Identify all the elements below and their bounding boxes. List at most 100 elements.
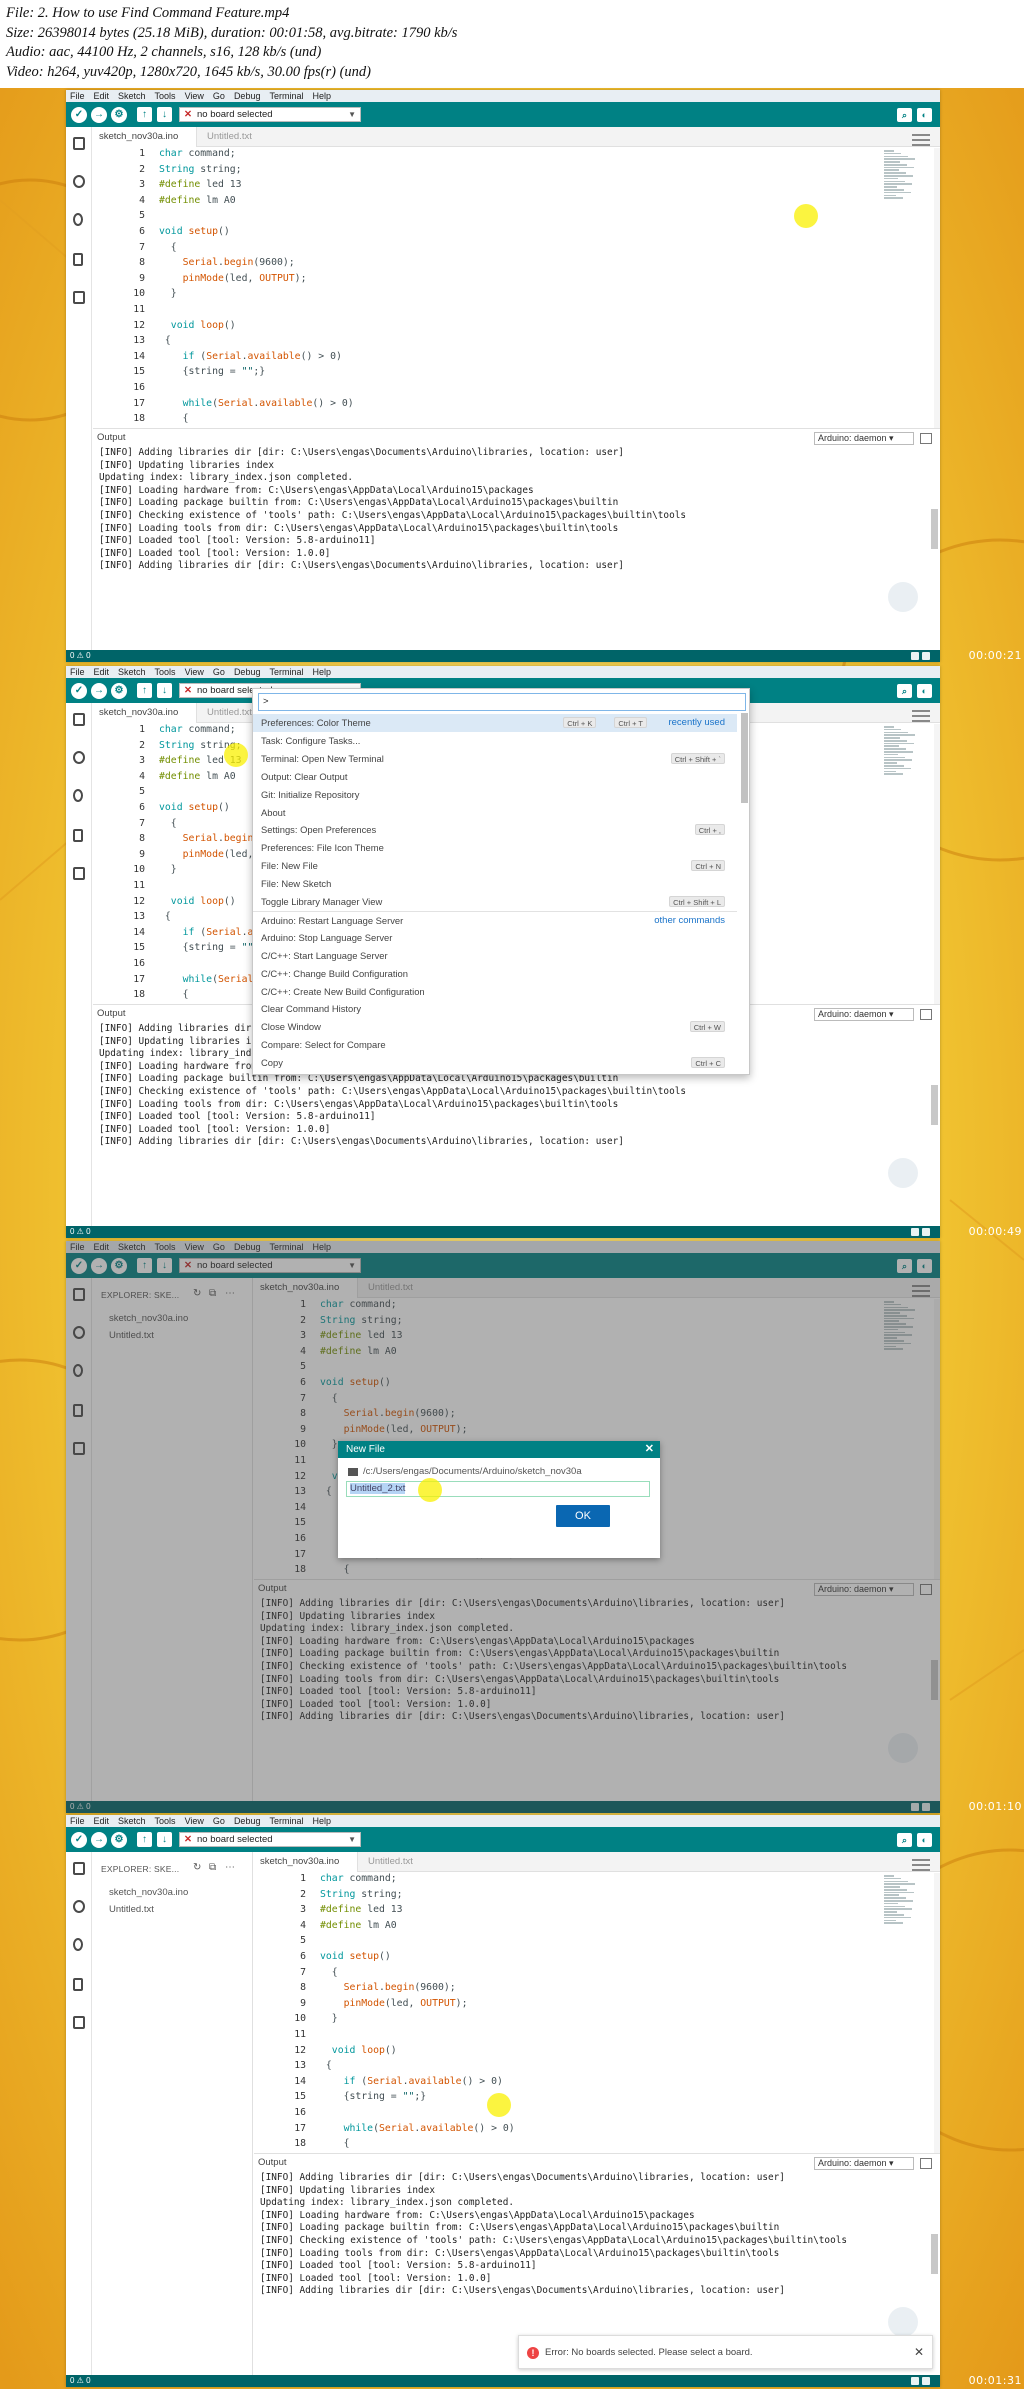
serial-plotter-icon[interactable]: ⌕ [897, 684, 912, 698]
save-button[interactable]: ↓ [157, 683, 172, 698]
editor-scrollbar[interactable] [934, 1873, 940, 2153]
output-channel-selector[interactable]: Arduino: daemon ▾ [814, 432, 914, 445]
open-button[interactable]: ↑ [137, 683, 152, 698]
bell-icon[interactable] [911, 652, 919, 660]
menu-icon[interactable] [912, 710, 930, 722]
tab-sketch[interactable]: sketch_nov30a.ino [93, 127, 197, 147]
command-item[interactable]: C/C++: Start Language Server [253, 947, 737, 965]
search-icon[interactable] [73, 175, 85, 188]
problems-count[interactable]: 0 ⚠ 0 [70, 2376, 91, 2385]
board-selector[interactable]: ✕ no board selected ▼ [179, 107, 361, 122]
command-item[interactable]: Terminal: Open New Terminal Ctrl + Shift … [253, 750, 737, 768]
source-control-icon[interactable] [73, 789, 83, 802]
command-item[interactable]: About [253, 804, 737, 822]
tab-untitled[interactable]: Untitled.txt [201, 127, 271, 147]
serial-plotter-icon[interactable]: ⌕ [897, 1833, 912, 1847]
clear-output-icon[interactable] [920, 433, 932, 444]
command-item[interactable]: C/C++: Create New Build Configuration [253, 983, 737, 1001]
collapse-icon[interactable]: ⧉ [209, 1862, 216, 1873]
upload-button[interactable]: → [91, 1832, 107, 1848]
menu-item[interactable]: Tools [155, 91, 176, 101]
menu-item[interactable]: Debug [234, 91, 261, 101]
source-control-icon[interactable] [73, 1938, 83, 1951]
menu-item[interactable]: Help [312, 91, 331, 101]
command-item[interactable]: Close Window Ctrl + W [253, 1018, 737, 1036]
library-manager-icon[interactable] [73, 867, 85, 880]
command-item[interactable]: Task: Configure Tasks... [253, 732, 737, 750]
tab-untitled[interactable]: Untitled.txt [362, 1852, 432, 1872]
verify-button[interactable]: ✓ [71, 107, 87, 123]
search-icon[interactable] [73, 751, 85, 764]
problems-count[interactable]: 0 ⚠ 0 [70, 651, 91, 660]
menu-item[interactable]: Edit [94, 91, 110, 101]
menu-item[interactable]: Edit [94, 667, 110, 677]
files-icon[interactable] [73, 713, 85, 726]
explorer-file-item[interactable]: sketch_nov30a.ino [109, 1887, 188, 1898]
menu-item[interactable]: Help [312, 1816, 331, 1826]
menu-item[interactable]: Go [213, 1816, 225, 1826]
code-minimap[interactable] [884, 1875, 918, 1935]
output-scrollbar[interactable] [931, 509, 938, 549]
debug-button[interactable]: ⚙ [111, 1832, 127, 1848]
menu-item[interactable]: View [185, 667, 204, 677]
menu-item[interactable]: Terminal [269, 1816, 303, 1826]
command-item[interactable]: Arduino: Restart Language Server other co… [253, 910, 737, 929]
problems-count[interactable]: 0 ⚠ 0 [70, 1227, 91, 1236]
serial-monitor-icon[interactable]: ◐ [917, 684, 932, 698]
open-button[interactable]: ↑ [137, 1832, 152, 1847]
menu-icon[interactable] [912, 1859, 930, 1871]
menu-item[interactable]: View [185, 91, 204, 101]
command-item[interactable]: Output: Clear Output [253, 768, 737, 786]
command-item[interactable]: Toggle Library Manager View Ctrl + Shift … [253, 893, 737, 911]
clear-output-icon[interactable] [920, 2158, 932, 2169]
menu-item[interactable]: Tools [155, 1816, 176, 1826]
tab-sketch[interactable]: sketch_nov30a.ino [93, 703, 197, 723]
editor-scrollbar[interactable] [934, 148, 940, 428]
bell-icon[interactable] [911, 1228, 919, 1236]
save-button[interactable]: ↓ [157, 107, 172, 122]
debug-button[interactable]: ⚙ [111, 683, 127, 699]
output-scrollbar[interactable] [931, 2234, 938, 2274]
code-editor[interactable]: 1 char command; 2 String string; 3 #define le… [93, 148, 940, 487]
menu-item[interactable]: Tools [155, 667, 176, 677]
command-item[interactable]: Preferences: Color Theme Ctrl + T Ctrl + K… [253, 714, 737, 732]
menu-item[interactable]: Edit [94, 1816, 110, 1826]
notification-icon[interactable] [922, 2377, 930, 2385]
output-channel-selector[interactable]: Arduino: daemon ▾ [814, 2157, 914, 2170]
explorer-file-item[interactable]: Untitled.txt [109, 1904, 154, 1915]
command-item[interactable]: Arduino: Stop Language Server [253, 929, 737, 947]
ok-button[interactable]: OK [556, 1505, 610, 1527]
library-manager-icon[interactable] [73, 2016, 85, 2029]
menu-item[interactable]: View [185, 1816, 204, 1826]
bell-icon[interactable] [911, 2377, 919, 2385]
serial-monitor-icon[interactable]: ◐ [917, 1833, 932, 1847]
command-item[interactable]: File: New Sketch [253, 875, 737, 893]
menu-item[interactable]: File [70, 91, 85, 101]
debug-button[interactable]: ⚙ [111, 107, 127, 123]
menu-item[interactable]: Sketch [118, 1816, 146, 1826]
menu-item[interactable]: Sketch [118, 91, 146, 101]
editor-scrollbar[interactable] [934, 724, 940, 1004]
menu-item[interactable]: Debug [234, 1816, 261, 1826]
command-item[interactable]: Clear Command History [253, 1000, 737, 1018]
serial-monitor-icon[interactable]: ◐ [917, 108, 932, 122]
open-button[interactable]: ↑ [137, 107, 152, 122]
menu-item[interactable]: File [70, 1816, 85, 1826]
refresh-icon[interactable]: ↻ [193, 1862, 201, 1873]
notification-icon[interactable] [922, 652, 930, 660]
command-item[interactable]: C/C++: Change Build Configuration [253, 965, 737, 983]
menu-item[interactable]: Help [312, 667, 331, 677]
board-manager-icon[interactable] [73, 253, 83, 266]
close-icon[interactable]: ✕ [645, 1441, 654, 1458]
serial-plotter-icon[interactable]: ⌕ [897, 108, 912, 122]
verify-button[interactable]: ✓ [71, 683, 87, 699]
file-name-input[interactable]: Untitled_2.txt [346, 1481, 650, 1497]
output-scrollbar[interactable] [931, 1085, 938, 1125]
notification-icon[interactable] [922, 1228, 930, 1236]
verify-button[interactable]: ✓ [71, 1832, 87, 1848]
board-manager-icon[interactable] [73, 829, 83, 842]
files-icon[interactable] [73, 1862, 85, 1875]
command-item[interactable]: Copy Ctrl + C [253, 1054, 737, 1072]
menu-item[interactable]: Go [213, 91, 225, 101]
menu-item[interactable]: Sketch [118, 667, 146, 677]
